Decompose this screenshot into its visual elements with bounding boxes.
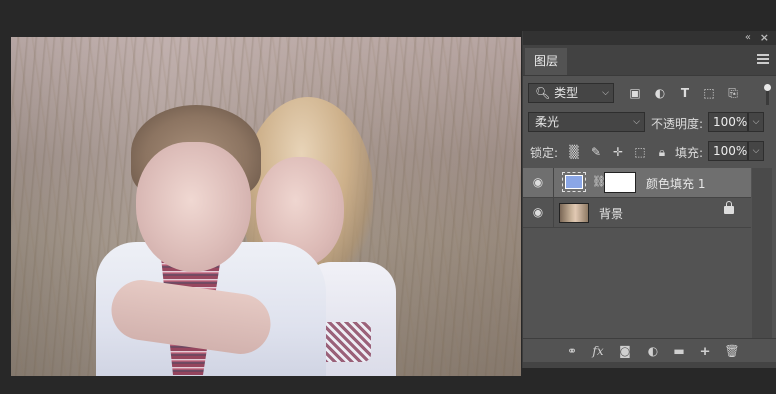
lock-image-pixels-icon[interactable]: ✎ [589, 145, 603, 159]
lock-artboard-icon[interactable]: ⬚ [633, 145, 647, 159]
filter-toggle-switch[interactable] [764, 84, 771, 106]
image-filter-icon[interactable]: ▣ [628, 86, 642, 100]
opacity-input[interactable]: 100% [708, 112, 748, 132]
layer-mask-thumbnail[interactable] [604, 172, 636, 193]
smart-object-filter-icon[interactable]: ⎘ [726, 86, 740, 100]
blend-row: 柔光 ⌵ 不透明度: 100% ⌵ [523, 112, 776, 136]
delete-icon[interactable]: 🗑︎ [724, 343, 740, 359]
tab-layers[interactable]: 图层 [525, 48, 567, 75]
lock-transparent-pixels-icon[interactable]: ▒ [567, 145, 581, 159]
layers-panel: « × 图层 🔍︎ 类型 ⌵ ▣ ◐ T ⬚ ⎘ 柔光 ⌵ 不透明度: 100%… [522, 31, 776, 368]
new-layer-icon[interactable]: ➕︎ [697, 343, 713, 359]
layer-list: ◉ ⛓︎ 颜色填充 1 ◉ 背景 [523, 168, 751, 338]
lock-position-icon[interactable]: ✛ [611, 145, 625, 159]
lock-row: 锁定: ▒ ✎ ✛ ⬚ 🔒︎ 填充: 100% ⌵ [523, 141, 776, 165]
opacity-label: 不透明度: [651, 117, 704, 131]
panel-menu-icon[interactable] [757, 54, 769, 64]
background-thumbnail[interactable] [559, 203, 589, 223]
blend-mode-dropdown[interactable]: 柔光 ⌵ [528, 112, 645, 132]
chevron-down-icon: ⌵ [602, 88, 609, 98]
panel-footer [523, 362, 776, 368]
panel-bottom-toolbar: ⚭ fx ◙ ◐ ▬ ➕︎ 🗑︎ [523, 338, 776, 363]
adjustment-layer-icon[interactable]: ◐ [645, 343, 661, 359]
layer-name[interactable]: 背景 [599, 205, 623, 222]
color-fill-thumbnail[interactable] [562, 172, 586, 192]
fill-slider-toggle[interactable]: ⌵ [748, 141, 764, 161]
add-mask-icon[interactable]: ◙ [617, 343, 633, 359]
panel-tab-bar: 图层 [523, 45, 776, 76]
new-group-icon[interactable]: ▬ [671, 343, 687, 359]
lock-all-icon[interactable]: 🔒︎ [655, 145, 669, 159]
layer-list-scrollbar[interactable] [752, 168, 772, 338]
layer-row-color-fill[interactable]: ◉ ⛓︎ 颜色填充 1 [523, 168, 751, 198]
document-canvas[interactable] [11, 37, 521, 376]
adjustment-filter-icon[interactable]: ◐ [653, 86, 667, 100]
lock-icon [724, 201, 734, 214]
opacity-slider-toggle[interactable]: ⌵ [748, 112, 764, 132]
text-filter-icon[interactable]: T [678, 86, 692, 100]
layer-row-background[interactable]: ◉ 背景 [523, 198, 751, 228]
link-layers-icon[interactable]: ⚭ [564, 343, 580, 359]
collapse-panel-icon[interactable]: « [745, 31, 751, 45]
filter-kind-label: 类型 [554, 86, 579, 100]
layer-filter-row: 🔍︎ 类型 ⌵ ▣ ◐ T ⬚ ⎘ [523, 83, 776, 107]
search-icon: 🔍︎ [535, 86, 551, 100]
eye-icon[interactable]: ◉ [531, 176, 545, 188]
close-panel-icon[interactable]: × [760, 31, 769, 45]
lock-label: 锁定: [530, 146, 559, 160]
fill-label: 填充: [675, 146, 704, 160]
shape-filter-icon[interactable]: ⬚ [702, 86, 716, 100]
fx-icon[interactable]: fx [590, 343, 606, 359]
eye-icon[interactable]: ◉ [531, 206, 545, 218]
filter-kind-dropdown[interactable]: 🔍︎ 类型 ⌵ [528, 83, 614, 103]
panel-title-bar: « × [523, 31, 776, 45]
blend-mode-value: 柔光 [535, 115, 560, 129]
layer-name[interactable]: 颜色填充 1 [646, 175, 705, 192]
boy-face [136, 142, 251, 272]
chevron-down-icon: ⌵ [633, 117, 640, 127]
fill-input[interactable]: 100% [708, 141, 748, 161]
